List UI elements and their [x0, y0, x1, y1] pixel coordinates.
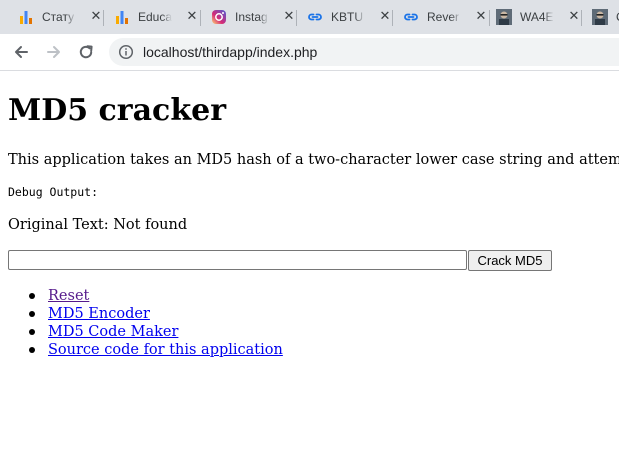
- avatar-icon: [592, 9, 608, 25]
- bullet-icon: [29, 347, 35, 353]
- forward-arrow-icon: [47, 46, 60, 58]
- link-icon: [307, 9, 323, 25]
- crack-md5-button[interactable]: Crack MD5: [468, 250, 552, 271]
- result-text: Original Text: Not found: [8, 217, 188, 233]
- back-arrow-icon: [15, 46, 28, 58]
- bar-chart-icon: [114, 9, 130, 25]
- list-item: Source code for this application: [0, 341, 283, 359]
- browser-tab[interactable]: Instag ✕: [201, 0, 297, 34]
- page-title: MD5 cracker: [8, 93, 226, 128]
- address-bar[interactable]: localhost/thirdapp/index.php: [109, 38, 619, 66]
- avatar-icon: [496, 9, 512, 25]
- reset-link[interactable]: Reset: [48, 288, 89, 304]
- browser-toolbar: localhost/thirdapp/index.php: [0, 34, 619, 71]
- tab-title: Rever: [427, 10, 460, 24]
- bullet-icon: [29, 329, 35, 335]
- list-item: MD5 Encoder: [0, 305, 283, 323]
- md5-code-maker-link[interactable]: MD5 Code Maker: [48, 324, 178, 340]
- browser-tab[interactable]: Стату ✕: [8, 0, 104, 34]
- reload-icon: [79, 45, 93, 59]
- tab-title: Instag: [235, 10, 268, 24]
- tab-title: WA4E: [520, 10, 554, 24]
- debug-output-label: Debug Output:: [8, 185, 99, 199]
- source-code-link[interactable]: Source code for this application: [48, 342, 283, 358]
- list-item: MD5 Code Maker: [0, 323, 283, 341]
- link-list: Reset MD5 Encoder MD5 Code Maker Source …: [0, 287, 283, 359]
- bullet-icon: [29, 311, 35, 317]
- page-content: MD5 cracker This application takes an MD…: [0, 71, 619, 464]
- browser-tab[interactable]: WA4E ✕: [486, 0, 582, 34]
- close-icon[interactable]: ✕: [88, 9, 104, 25]
- browser-tab[interactable]: Educa ✕: [104, 0, 201, 34]
- md5-encoder-link[interactable]: MD5 Encoder: [48, 306, 150, 322]
- bar-chart-icon: [18, 9, 34, 25]
- list-item: Reset: [0, 287, 283, 305]
- close-icon[interactable]: ✕: [566, 9, 582, 25]
- browser-tab[interactable]: Rever ✕: [393, 0, 490, 34]
- tab-strip: Стату ✕ Educa ✕ Instag ✕ KBTU ✕ Rever ✕: [0, 0, 619, 34]
- link-icon: [403, 9, 419, 25]
- browser-tab[interactable]: KBTU ✕: [297, 0, 393, 34]
- tab-title: KBTU: [331, 10, 364, 24]
- close-icon[interactable]: ✕: [281, 9, 297, 25]
- tab-title: Стату: [42, 10, 75, 24]
- forward-button[interactable]: [40, 38, 68, 66]
- back-button[interactable]: [7, 38, 35, 66]
- url-text[interactable]: localhost/thirdapp/index.php: [143, 44, 317, 60]
- tab-title: Educa: [138, 10, 172, 24]
- browser-tab[interactable]: C: [582, 0, 619, 34]
- intro-text: This application takes an MD5 hash of a …: [8, 152, 619, 168]
- bullet-icon: [29, 293, 35, 299]
- instagram-icon: [211, 9, 227, 25]
- close-icon[interactable]: ✕: [184, 9, 200, 25]
- info-icon[interactable]: [118, 44, 134, 60]
- reload-button[interactable]: [72, 38, 100, 66]
- md5-input[interactable]: [8, 250, 467, 270]
- close-icon[interactable]: ✕: [377, 9, 393, 25]
